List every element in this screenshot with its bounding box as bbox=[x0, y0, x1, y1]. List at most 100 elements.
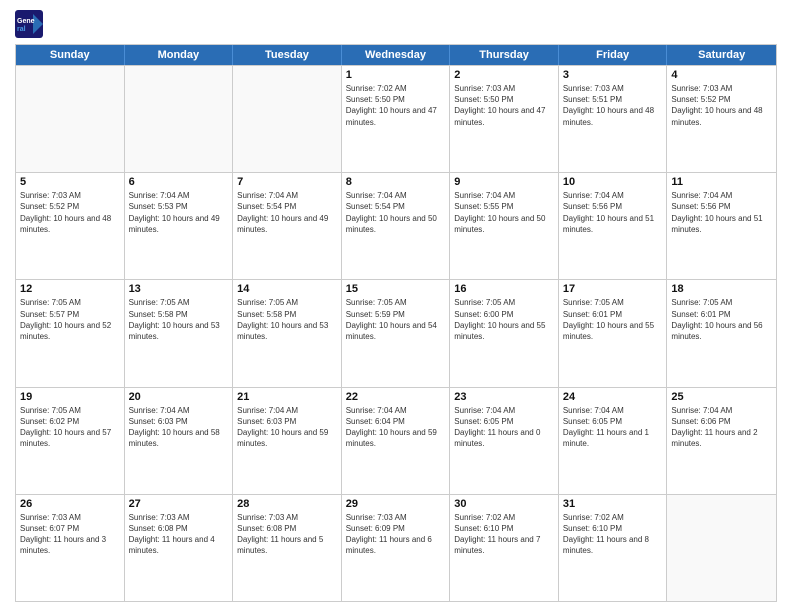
cal-cell-30: 30Sunrise: 7:02 AMSunset: 6:10 PMDayligh… bbox=[450, 495, 559, 601]
header-day-tuesday: Tuesday bbox=[233, 45, 342, 65]
header-day-monday: Monday bbox=[125, 45, 234, 65]
cal-cell-10: 10 Sunrise: 7:04 AMSunset: 5:56 PMDayligh… bbox=[559, 173, 668, 279]
cal-cell-2: 2 Sunrise: 7:03 AMSunset: 5:50 PMDaylight… bbox=[450, 66, 559, 172]
day-number: 26 bbox=[20, 498, 120, 510]
day-number: 5 bbox=[20, 176, 120, 188]
day-number: 28 bbox=[237, 498, 337, 510]
day-info: Sunrise: 7:05 AMSunset: 5:57 PMDaylight:… bbox=[20, 297, 120, 342]
day-number: 2 bbox=[454, 69, 554, 81]
week-row-2: 5 Sunrise: 7:03 AMSunset: 5:52 PMDaylight… bbox=[16, 172, 776, 279]
cal-cell-14: 14Sunrise: 7:05 AMSunset: 5:58 PMDayligh… bbox=[233, 280, 342, 386]
cal-cell-9: 9 Sunrise: 7:04 AMSunset: 5:55 PMDaylight… bbox=[450, 173, 559, 279]
day-info: Sunrise: 7:03 AMSunset: 5:51 PMDaylight:… bbox=[563, 83, 663, 128]
day-number: 20 bbox=[129, 391, 229, 403]
day-info: Sunrise: 7:04 AMSunset: 5:53 PMDaylight:… bbox=[129, 190, 229, 235]
day-info: Sunrise: 7:04 AMSunset: 5:54 PMDaylight:… bbox=[346, 190, 446, 235]
day-number: 22 bbox=[346, 391, 446, 403]
cal-cell-16: 16 Sunrise: 7:05 AMSunset: 6:00 PMDayligh… bbox=[450, 280, 559, 386]
cal-cell-empty bbox=[125, 66, 234, 172]
day-number: 18 bbox=[671, 283, 772, 295]
day-info: Sunrise: 7:03 AMSunset: 6:07 PMDaylight:… bbox=[20, 512, 120, 557]
cal-cell-21: 21 Sunrise: 7:04 AMSunset: 6:03 PMDayligh… bbox=[233, 388, 342, 494]
header-day-saturday: Saturday bbox=[667, 45, 776, 65]
day-info: Sunrise: 7:04 AMSunset: 6:03 PMDaylight:… bbox=[237, 405, 337, 450]
day-info: Sunrise: 7:03 AMSunset: 6:08 PMDaylight:… bbox=[237, 512, 337, 557]
day-number: 11 bbox=[671, 176, 772, 188]
day-number: 27 bbox=[129, 498, 229, 510]
cal-cell-1: 1Sunrise: 7:02 AMSunset: 5:50 PMDaylight… bbox=[342, 66, 451, 172]
cal-cell-27: 27 Sunrise: 7:03 AMSunset: 6:08 PMDayligh… bbox=[125, 495, 234, 601]
day-info: Sunrise: 7:05 AMSunset: 6:02 PMDaylight:… bbox=[20, 405, 120, 450]
day-number: 16 bbox=[454, 283, 554, 295]
svg-text:Gene: Gene bbox=[17, 18, 35, 25]
day-number: 4 bbox=[671, 69, 772, 81]
cal-cell-17: 17 Sunrise: 7:05 AMSunset: 6:01 PMDayligh… bbox=[559, 280, 668, 386]
day-number: 29 bbox=[346, 498, 446, 510]
day-info: Sunrise: 7:04 AMSunset: 5:55 PMDaylight:… bbox=[454, 190, 554, 235]
day-info: Sunrise: 7:04 AMSunset: 6:05 PMDaylight:… bbox=[454, 405, 554, 450]
cal-cell-5: 5 Sunrise: 7:03 AMSunset: 5:52 PMDaylight… bbox=[16, 173, 125, 279]
week-row-1: 1Sunrise: 7:02 AMSunset: 5:50 PMDaylight… bbox=[16, 65, 776, 172]
cal-cell-28: 28 Sunrise: 7:03 AMSunset: 6:08 PMDayligh… bbox=[233, 495, 342, 601]
cal-cell-empty bbox=[233, 66, 342, 172]
cal-cell-7: 7 Sunrise: 7:04 AMSunset: 5:54 PMDaylight… bbox=[233, 173, 342, 279]
cal-cell-3: 3 Sunrise: 7:03 AMSunset: 5:51 PMDaylight… bbox=[559, 66, 668, 172]
cal-cell-13: 13Sunrise: 7:05 AMSunset: 5:58 PMDayligh… bbox=[125, 280, 234, 386]
day-info: Sunrise: 7:04 AMSunset: 5:54 PMDaylight:… bbox=[237, 190, 337, 235]
day-number: 13 bbox=[129, 283, 229, 295]
cal-cell-25: 25 Sunrise: 7:04 AMSunset: 6:06 PMDayligh… bbox=[667, 388, 776, 494]
day-info: Sunrise: 7:04 AMSunset: 6:03 PMDaylight:… bbox=[129, 405, 229, 450]
day-number: 17 bbox=[563, 283, 663, 295]
day-info: Sunrise: 7:02 AMSunset: 6:10 PMDaylight:… bbox=[454, 512, 554, 557]
cal-cell-20: 20 Sunrise: 7:04 AMSunset: 6:03 PMDayligh… bbox=[125, 388, 234, 494]
cal-cell-empty bbox=[16, 66, 125, 172]
day-number: 15 bbox=[346, 283, 446, 295]
day-number: 25 bbox=[671, 391, 772, 403]
cal-cell-19: 19Sunrise: 7:05 AMSunset: 6:02 PMDayligh… bbox=[16, 388, 125, 494]
day-number: 8 bbox=[346, 176, 446, 188]
cal-cell-12: 12Sunrise: 7:05 AMSunset: 5:57 PMDayligh… bbox=[16, 280, 125, 386]
header: Gene ral bbox=[15, 10, 777, 38]
day-number: 9 bbox=[454, 176, 554, 188]
day-number: 23 bbox=[454, 391, 554, 403]
week-row-5: 26 Sunrise: 7:03 AMSunset: 6:07 PMDayligh… bbox=[16, 494, 776, 601]
day-info: Sunrise: 7:05 AMSunset: 6:00 PMDaylight:… bbox=[454, 297, 554, 342]
day-number: 3 bbox=[563, 69, 663, 81]
day-info: Sunrise: 7:04 AMSunset: 6:06 PMDaylight:… bbox=[671, 405, 772, 450]
cal-cell-23: 23 Sunrise: 7:04 AMSunset: 6:05 PMDayligh… bbox=[450, 388, 559, 494]
day-number: 10 bbox=[563, 176, 663, 188]
day-info: Sunrise: 7:02 AMSunset: 6:10 PMDaylight:… bbox=[563, 512, 663, 557]
cal-cell-15: 15 Sunrise: 7:05 AMSunset: 5:59 PMDayligh… bbox=[342, 280, 451, 386]
cal-cell-31: 31 Sunrise: 7:02 AMSunset: 6:10 PMDayligh… bbox=[559, 495, 668, 601]
cal-cell-6: 6 Sunrise: 7:04 AMSunset: 5:53 PMDaylight… bbox=[125, 173, 234, 279]
day-number: 6 bbox=[129, 176, 229, 188]
day-info: Sunrise: 7:04 AMSunset: 5:56 PMDaylight:… bbox=[671, 190, 772, 235]
page: Gene ral SundayMondayTuesdayWednesdayThu… bbox=[0, 0, 792, 612]
calendar-body: 1Sunrise: 7:02 AMSunset: 5:50 PMDaylight… bbox=[16, 65, 776, 601]
day-info: Sunrise: 7:03 AMSunset: 6:09 PMDaylight:… bbox=[346, 512, 446, 557]
day-info: Sunrise: 7:05 AMSunset: 6:01 PMDaylight:… bbox=[671, 297, 772, 342]
week-row-4: 19Sunrise: 7:05 AMSunset: 6:02 PMDayligh… bbox=[16, 387, 776, 494]
header-day-sunday: Sunday bbox=[16, 45, 125, 65]
week-row-3: 12Sunrise: 7:05 AMSunset: 5:57 PMDayligh… bbox=[16, 279, 776, 386]
logo: Gene ral bbox=[15, 10, 49, 38]
day-info: Sunrise: 7:03 AMSunset: 6:08 PMDaylight:… bbox=[129, 512, 229, 557]
day-number: 14 bbox=[237, 283, 337, 295]
cal-cell-18: 18 Sunrise: 7:05 AMSunset: 6:01 PMDayligh… bbox=[667, 280, 776, 386]
day-info: Sunrise: 7:04 AMSunset: 5:56 PMDaylight:… bbox=[563, 190, 663, 235]
day-info: Sunrise: 7:03 AMSunset: 5:50 PMDaylight:… bbox=[454, 83, 554, 128]
day-info: Sunrise: 7:04 AMSunset: 6:04 PMDaylight:… bbox=[346, 405, 446, 450]
day-info: Sunrise: 7:05 AMSunset: 6:01 PMDaylight:… bbox=[563, 297, 663, 342]
cal-cell-22: 22 Sunrise: 7:04 AMSunset: 6:04 PMDayligh… bbox=[342, 388, 451, 494]
day-info: Sunrise: 7:03 AMSunset: 5:52 PMDaylight:… bbox=[20, 190, 120, 235]
day-number: 31 bbox=[563, 498, 663, 510]
day-number: 7 bbox=[237, 176, 337, 188]
day-info: Sunrise: 7:04 AMSunset: 6:05 PMDaylight:… bbox=[563, 405, 663, 450]
day-number: 1 bbox=[346, 69, 446, 81]
cal-cell-26: 26 Sunrise: 7:03 AMSunset: 6:07 PMDayligh… bbox=[16, 495, 125, 601]
cal-cell-11: 11 Sunrise: 7:04 AMSunset: 5:56 PMDayligh… bbox=[667, 173, 776, 279]
day-number: 24 bbox=[563, 391, 663, 403]
day-info: Sunrise: 7:03 AMSunset: 5:52 PMDaylight:… bbox=[671, 83, 772, 128]
day-number: 21 bbox=[237, 391, 337, 403]
day-info: Sunrise: 7:05 AMSunset: 5:59 PMDaylight:… bbox=[346, 297, 446, 342]
